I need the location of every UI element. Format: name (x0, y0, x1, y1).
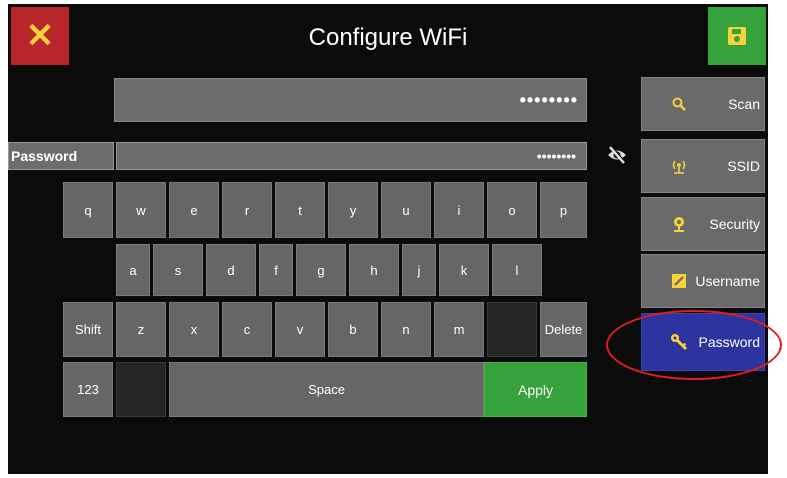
key-123[interactable]: 123 (63, 362, 113, 417)
key-s[interactable]: s (153, 244, 203, 296)
highlight-ellipse (606, 310, 782, 380)
key-space[interactable]: Space (169, 362, 484, 417)
key-blank[interactable] (487, 302, 537, 357)
key-delete[interactable]: Delete (540, 302, 587, 357)
key-j[interactable]: j (402, 244, 436, 296)
key-q[interactable]: q (63, 182, 113, 238)
key-l[interactable]: l (492, 244, 542, 296)
wifi-config-screen: ✕ Configure WiFi •••••••• Password •••••… (8, 4, 768, 474)
key-y[interactable]: y (328, 182, 378, 238)
password-input[interactable]: •••••••• (116, 142, 587, 170)
key-h[interactable]: h (349, 244, 399, 296)
key-i[interactable]: i (434, 182, 484, 238)
key-r[interactable]: r (222, 182, 272, 238)
search-icon (670, 95, 688, 113)
sidebar-item-ssid[interactable]: SSID (641, 139, 765, 193)
sidebar-item-label: SSID (727, 158, 760, 174)
key-d[interactable]: d (206, 244, 256, 296)
floppy-disk-icon (728, 27, 746, 45)
key-f[interactable]: f (259, 244, 293, 296)
apply-button[interactable]: Apply (484, 362, 587, 417)
shield-icon (670, 215, 688, 233)
key-p[interactable]: p (540, 182, 587, 238)
key-u[interactable]: u (381, 182, 431, 238)
sidebar-item-label: Username (695, 273, 760, 289)
edit-icon (670, 272, 688, 290)
key-o[interactable]: o (487, 182, 537, 238)
key-w[interactable]: w (116, 182, 166, 238)
key-b[interactable]: b (328, 302, 378, 357)
key-x[interactable]: x (169, 302, 219, 357)
page-title: Configure WiFi (308, 24, 468, 51)
key-shift[interactable]: Shift (63, 302, 113, 357)
key-z[interactable]: z (116, 302, 166, 357)
key-a[interactable]: a (116, 244, 150, 296)
eye-slash-icon (608, 145, 626, 164)
sidebar-item-label: Security (709, 216, 760, 232)
sidebar-item-label: Scan (728, 96, 760, 112)
sidebar-item-scan[interactable]: Scan (641, 77, 765, 131)
key-blank-2[interactable] (116, 362, 166, 417)
sidebar-item-username[interactable]: Username (641, 254, 765, 308)
key-t[interactable]: t (275, 182, 325, 238)
key-m[interactable]: m (434, 302, 484, 357)
sidebar-item-security[interactable]: Security (641, 197, 765, 251)
key-e[interactable]: e (169, 182, 219, 238)
password-label: Password (8, 142, 114, 170)
save-button[interactable] (708, 7, 766, 65)
key-v[interactable]: v (275, 302, 325, 357)
key-n[interactable]: n (381, 302, 431, 357)
wifi-signal-icon (670, 157, 688, 175)
ssid-input[interactable]: •••••••• (114, 78, 587, 122)
key-k[interactable]: k (439, 244, 489, 296)
password-visibility-toggle[interactable] (606, 145, 628, 165)
key-g[interactable]: g (296, 244, 346, 296)
key-c[interactable]: c (222, 302, 272, 357)
